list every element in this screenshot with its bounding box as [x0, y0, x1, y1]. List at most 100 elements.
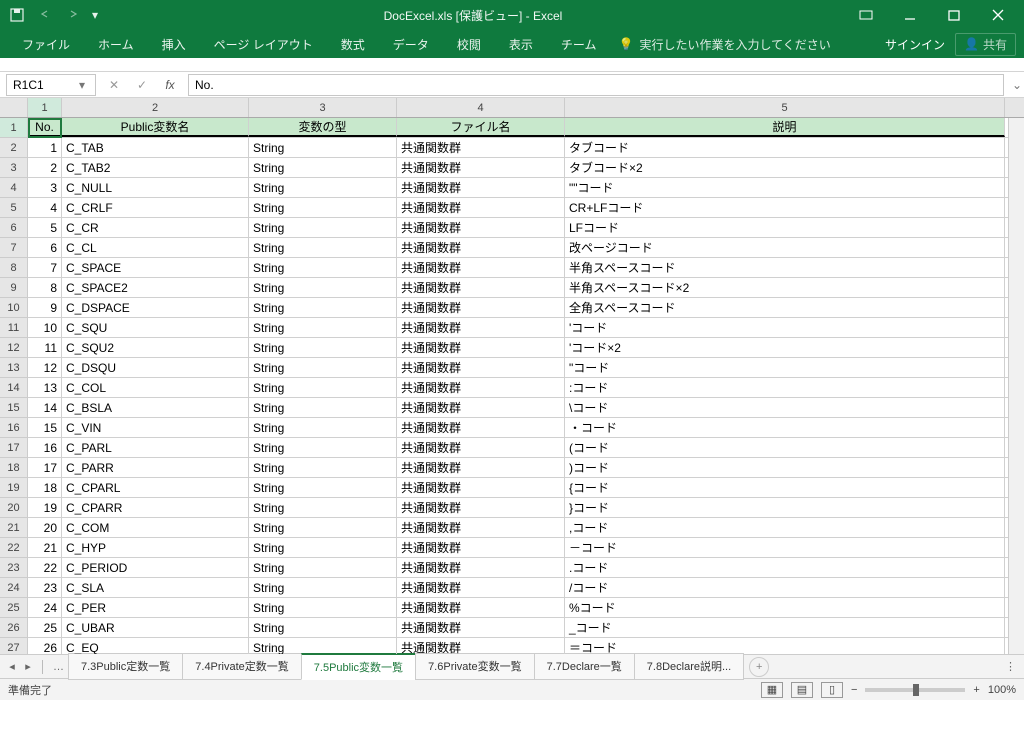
table-cell[interactable]: 2: [28, 158, 62, 177]
table-cell[interactable]: }コード: [565, 498, 1005, 517]
fx-icon[interactable]: fx: [158, 74, 182, 96]
table-cell[interactable]: 'コード×2: [565, 338, 1005, 357]
table-cell[interactable]: C_SPACE: [62, 258, 249, 277]
ribbon-tab[interactable]: ページ レイアウト: [200, 30, 327, 58]
table-cell[interactable]: 共通関数群: [397, 578, 565, 597]
table-cell[interactable]: C_NULL: [62, 178, 249, 197]
table-cell[interactable]: 共通関数群: [397, 258, 565, 277]
row-header[interactable]: 18: [0, 458, 28, 478]
tab-options-icon[interactable]: ⋮: [1005, 660, 1016, 673]
table-cell[interactable]: _コード: [565, 618, 1005, 637]
table-cell[interactable]: String: [249, 398, 397, 417]
vertical-scrollbar[interactable]: [1008, 118, 1024, 654]
row-header[interactable]: 17: [0, 438, 28, 458]
table-cell[interactable]: 共通関数群: [397, 518, 565, 537]
table-cell[interactable]: 共通関数群: [397, 318, 565, 337]
table-cell[interactable]: 共通関数群: [397, 418, 565, 437]
table-cell[interactable]: ,コード: [565, 518, 1005, 537]
page-break-view-icon[interactable]: ▯: [821, 682, 843, 698]
zoom-slider[interactable]: [865, 688, 965, 692]
table-cell[interactable]: String: [249, 298, 397, 317]
tab-scroll-left-icon[interactable]: ◂: [4, 658, 20, 676]
table-cell[interactable]: 4: [28, 198, 62, 217]
table-cell[interactable]: 改ページコード: [565, 238, 1005, 257]
ribbon-display-icon[interactable]: [844, 0, 888, 30]
table-cell[interactable]: String: [249, 438, 397, 457]
signin-link[interactable]: サインイン: [885, 36, 945, 53]
table-cell[interactable]: －コード: [565, 538, 1005, 557]
row-header[interactable]: 8: [0, 258, 28, 278]
table-cell[interactable]: .コード: [565, 558, 1005, 577]
row-header[interactable]: 11: [0, 318, 28, 338]
table-cell[interactable]: 15: [28, 418, 62, 437]
table-cell[interactable]: (コード: [565, 438, 1005, 457]
row-header[interactable]: 24: [0, 578, 28, 598]
table-cell[interactable]: C_CPARR: [62, 498, 249, 517]
table-cell[interactable]: C_HYP: [62, 538, 249, 557]
table-cell[interactable]: 共通関数群: [397, 498, 565, 517]
table-cell[interactable]: LFコード: [565, 218, 1005, 237]
table-cell[interactable]: C_CRLF: [62, 198, 249, 217]
table-cell[interactable]: C_EQ: [62, 638, 249, 654]
table-cell[interactable]: 共通関数群: [397, 278, 565, 297]
table-cell[interactable]: C_COM: [62, 518, 249, 537]
table-cell[interactable]: C_CL: [62, 238, 249, 257]
row-header[interactable]: 25: [0, 598, 28, 618]
table-cell[interactable]: C_DSQU: [62, 358, 249, 377]
row-header[interactable]: 20: [0, 498, 28, 518]
minimize-icon[interactable]: [888, 0, 932, 30]
table-cell[interactable]: 10: [28, 318, 62, 337]
table-cell[interactable]: 共通関数群: [397, 398, 565, 417]
formula-expand-icon[interactable]: ⌄: [1010, 78, 1024, 92]
column-header[interactable]: 3: [249, 98, 397, 117]
table-cell[interactable]: 共通関数群: [397, 618, 565, 637]
table-cell[interactable]: String: [249, 618, 397, 637]
table-cell[interactable]: /コード: [565, 578, 1005, 597]
table-cell[interactable]: {コード: [565, 478, 1005, 497]
table-cell[interactable]: 全角スペースコード: [565, 298, 1005, 317]
tab-scroll-right-icon[interactable]: ▸: [20, 658, 36, 676]
table-cell[interactable]: C_TAB2: [62, 158, 249, 177]
table-cell[interactable]: 半角スペースコード×2: [565, 278, 1005, 297]
undo-icon[interactable]: [32, 2, 58, 28]
table-cell[interactable]: 18: [28, 478, 62, 497]
table-cell[interactable]: 16: [28, 438, 62, 457]
table-cell[interactable]: 21: [28, 538, 62, 557]
table-cell[interactable]: C_PARL: [62, 438, 249, 457]
table-cell[interactable]: 25: [28, 618, 62, 637]
row-header[interactable]: 26: [0, 618, 28, 638]
row-header[interactable]: 16: [0, 418, 28, 438]
table-cell[interactable]: 22: [28, 558, 62, 577]
table-cell[interactable]: :コード: [565, 378, 1005, 397]
table-cell[interactable]: String: [249, 378, 397, 397]
sheet-tab[interactable]: 7.6Private変数一覧: [415, 653, 535, 680]
table-cell[interactable]: 12: [28, 358, 62, 377]
sheet-tab[interactable]: 7.7Declare一覧: [534, 653, 635, 680]
sheet-tab[interactable]: 7.5Public変数一覧: [301, 653, 416, 680]
table-cell[interactable]: String: [249, 578, 397, 597]
add-sheet-button[interactable]: +: [749, 657, 769, 677]
column-header[interactable]: 2: [62, 98, 249, 117]
table-cell[interactable]: 共通関数群: [397, 218, 565, 237]
row-header[interactable]: 9: [0, 278, 28, 298]
table-cell[interactable]: 6: [28, 238, 62, 257]
table-header-cell[interactable]: No.: [28, 118, 62, 137]
table-cell[interactable]: String: [249, 538, 397, 557]
save-icon[interactable]: [4, 2, 30, 28]
table-cell[interactable]: String: [249, 138, 397, 157]
row-header[interactable]: 2: [0, 138, 28, 158]
row-header[interactable]: 19: [0, 478, 28, 498]
ribbon-tab[interactable]: ホーム: [84, 30, 148, 58]
table-cell[interactable]: C_VIN: [62, 418, 249, 437]
name-box[interactable]: R1C1 ▾: [6, 74, 96, 96]
table-cell[interactable]: String: [249, 598, 397, 617]
table-cell[interactable]: String: [249, 318, 397, 337]
table-cell[interactable]: String: [249, 218, 397, 237]
table-cell[interactable]: 共通関数群: [397, 458, 565, 477]
table-cell[interactable]: )コード: [565, 458, 1005, 477]
sheet-tab[interactable]: 7.3Public定数一覧: [68, 653, 183, 680]
table-cell[interactable]: C_SLA: [62, 578, 249, 597]
table-cell[interactable]: C_CR: [62, 218, 249, 237]
ribbon-tab[interactable]: チーム: [547, 30, 611, 58]
table-cell[interactable]: C_PARR: [62, 458, 249, 477]
